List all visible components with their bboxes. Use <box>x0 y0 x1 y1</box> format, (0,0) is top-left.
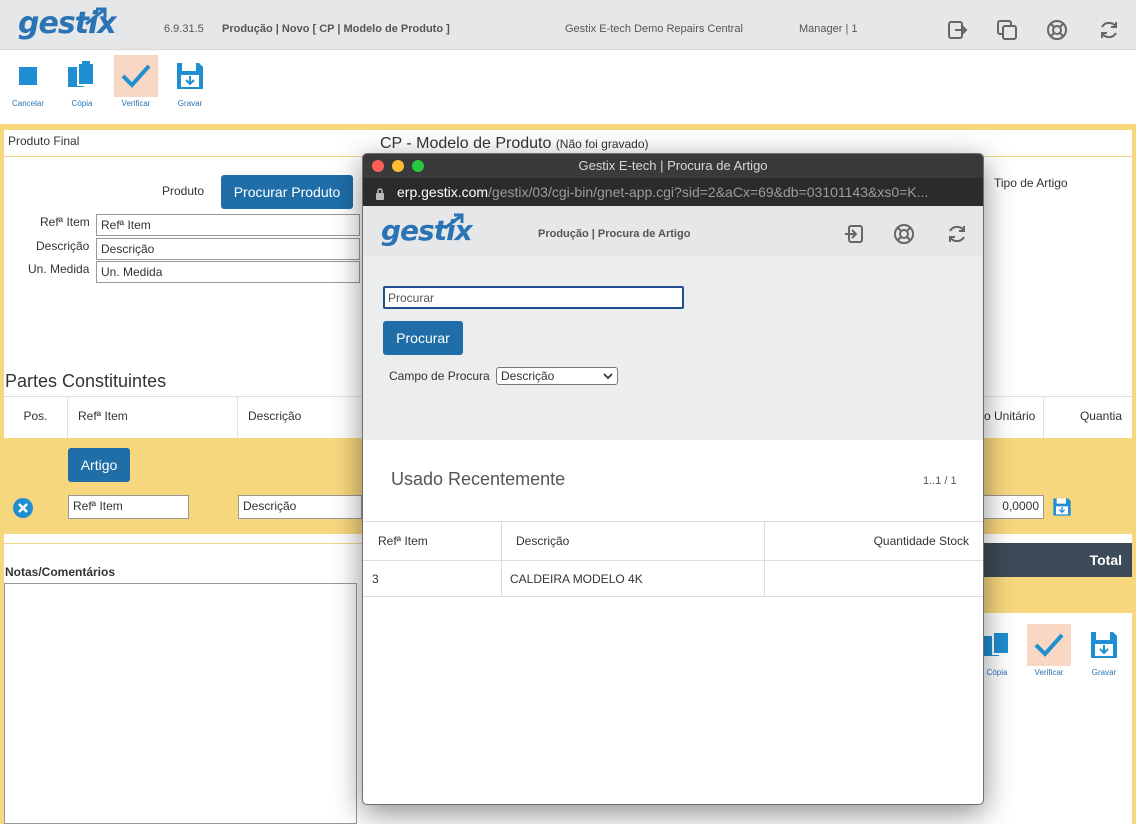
produto-final-label: Produto Final <box>8 134 80 148</box>
col-desc: Descrição <box>238 397 368 439</box>
total-value-area <box>983 577 1132 613</box>
page-title: Produção | Novo [ CP | Modelo de Produto… <box>222 23 450 35</box>
col-desc-header: Descrição <box>502 522 765 560</box>
cancel-label: Cancelar <box>11 99 44 108</box>
verify-label: Verificar <box>121 99 151 108</box>
bottom-verify-button[interactable]: Verificar <box>1026 624 1072 677</box>
notes-textarea[interactable] <box>4 583 357 824</box>
parts-title: Partes Constituintes <box>5 371 167 391</box>
bottom-save-label: Gravar <box>1091 668 1117 677</box>
copy-button[interactable]: Cópia <box>59 55 105 108</box>
campo-procura-value: Descrição <box>501 369 555 383</box>
top-header: gestix 6.9.31.5 Produção | Novo [ CP | M… <box>0 0 1136 50</box>
form-heading: CP - Modelo de Produto (Não foi gravado) <box>380 135 649 153</box>
row-desc-input[interactable]: Descrição <box>238 495 362 519</box>
url-bar[interactable]: erp.gestix.com/gestix/03/cgi-bin/gnet-ap… <box>363 178 983 206</box>
search-popup-window: Gestix E-tech | Procura de Artigo erp.ge… <box>362 153 984 805</box>
form-heading-note: (Não foi gravado) <box>555 137 649 151</box>
copy-icon <box>68 61 95 87</box>
save-icon <box>1091 632 1117 658</box>
verify-button[interactable]: Verificar <box>113 55 159 108</box>
delete-row-icon[interactable] <box>12 497 34 519</box>
popup-search-area: Procurar Procurar Campo de Procura Descr… <box>363 256 983 440</box>
copy-icon <box>983 631 1010 656</box>
row-desc[interactable]: CALDEIRA MODELO 4K <box>502 561 765 596</box>
bottom-verify-label: Verificar <box>1034 668 1064 677</box>
un-medida-label: Un. Medida <box>28 262 90 276</box>
ref-input[interactable]: Refª Item <box>96 214 360 236</box>
logout-icon[interactable] <box>843 223 865 245</box>
row-ref: 3 <box>363 561 502 596</box>
recent-title: Usado Recentemente <box>391 469 566 489</box>
help-icon[interactable] <box>893 223 915 245</box>
search-button[interactable]: Procurar <box>383 321 463 355</box>
lock-icon <box>376 188 384 200</box>
cancel-button[interactable]: Cancelar <box>5 55 51 108</box>
col-ref: Refª Item <box>68 397 238 439</box>
popup-title: Gestix E-tech | Procura de Artigo <box>578 158 768 173</box>
refresh-icon[interactable] <box>946 223 968 245</box>
copy-label: Cópia <box>71 99 93 108</box>
logout-icon[interactable] <box>946 19 968 41</box>
popup-titlebar: Gestix E-tech | Procura de Artigo <box>363 154 983 178</box>
desc-input[interactable]: Descrição <box>96 238 360 260</box>
company-name: Gestix E-tech Demo Repairs Central <box>565 23 743 35</box>
col-unit-price: o Unitário <box>982 397 1044 439</box>
help-icon[interactable] <box>1046 19 1068 41</box>
close-window-icon[interactable] <box>372 160 384 172</box>
notes-label: Notas/Comentários <box>5 565 116 579</box>
tipo-artigo-label: Tipo de Artigo <box>994 176 1068 190</box>
artigo-button[interactable]: Artigo <box>68 448 130 482</box>
minimize-window-icon[interactable] <box>392 160 404 172</box>
chevron-down-icon <box>603 373 613 380</box>
form-heading-text: CP - Modelo de Produto <box>380 135 552 152</box>
logo-arrow-icon <box>85 7 107 26</box>
save-label: Gravar <box>177 99 203 108</box>
save-button[interactable]: Gravar <box>167 55 213 108</box>
row-ref-input[interactable]: Refª Item <box>68 495 189 519</box>
row-qty-input[interactable]: 0,0000 <box>983 495 1044 519</box>
save-icon <box>177 63 203 89</box>
app-version: 6.9.31.5 <box>164 23 204 35</box>
bottom-save-button[interactable]: Gravar <box>1081 624 1127 677</box>
refresh-icon[interactable] <box>1098 19 1120 41</box>
recent-table-header: Refª Item Descrição Quantidade Stock <box>363 521 983 561</box>
windows-icon[interactable] <box>996 19 1018 41</box>
col-stock-header: Quantidade Stock <box>873 534 969 548</box>
stop-icon <box>19 67 37 85</box>
url-path: /gestix/03/cgi-bin/gnet-app.cgi?sid=2&aC… <box>488 184 929 200</box>
campo-procura-label: Campo de Procura <box>389 369 490 383</box>
url-host: erp.gestix.com <box>397 184 489 200</box>
un-medida-input[interactable]: Un. Medida <box>96 261 360 283</box>
row-stock <box>765 561 983 596</box>
produto-label: Produto <box>162 184 205 198</box>
popup-page-title: Produção | Procura de Artigo <box>538 228 691 240</box>
total-bar: Total <box>983 543 1132 577</box>
popup-header: gestix Produção | Procura de Artigo <box>363 206 983 256</box>
col-qty: Quantia <box>1079 409 1122 423</box>
table-row[interactable]: 3 CALDEIRA MODELO 4K <box>363 561 983 597</box>
checkmark-icon <box>1034 633 1064 657</box>
row-save-icon[interactable] <box>1052 497 1072 517</box>
ref-label: Refª Item <box>40 215 90 229</box>
maximize-window-icon[interactable] <box>412 160 424 172</box>
col-ref-header: Refª Item <box>363 522 502 560</box>
col-pos: Pos. <box>4 397 68 439</box>
desc-label: Descrição <box>36 239 90 253</box>
procurar-produto-button[interactable]: Procurar Produto <box>221 175 353 209</box>
campo-procura-select[interactable]: Descrição <box>496 367 618 385</box>
logo-arrow-icon <box>444 213 464 230</box>
user-info: Manager | 1 <box>799 23 858 35</box>
pagination: 1..1 / 1 <box>923 475 957 487</box>
search-input[interactable]: Procurar <box>383 286 684 309</box>
checkmark-icon <box>121 64 151 88</box>
